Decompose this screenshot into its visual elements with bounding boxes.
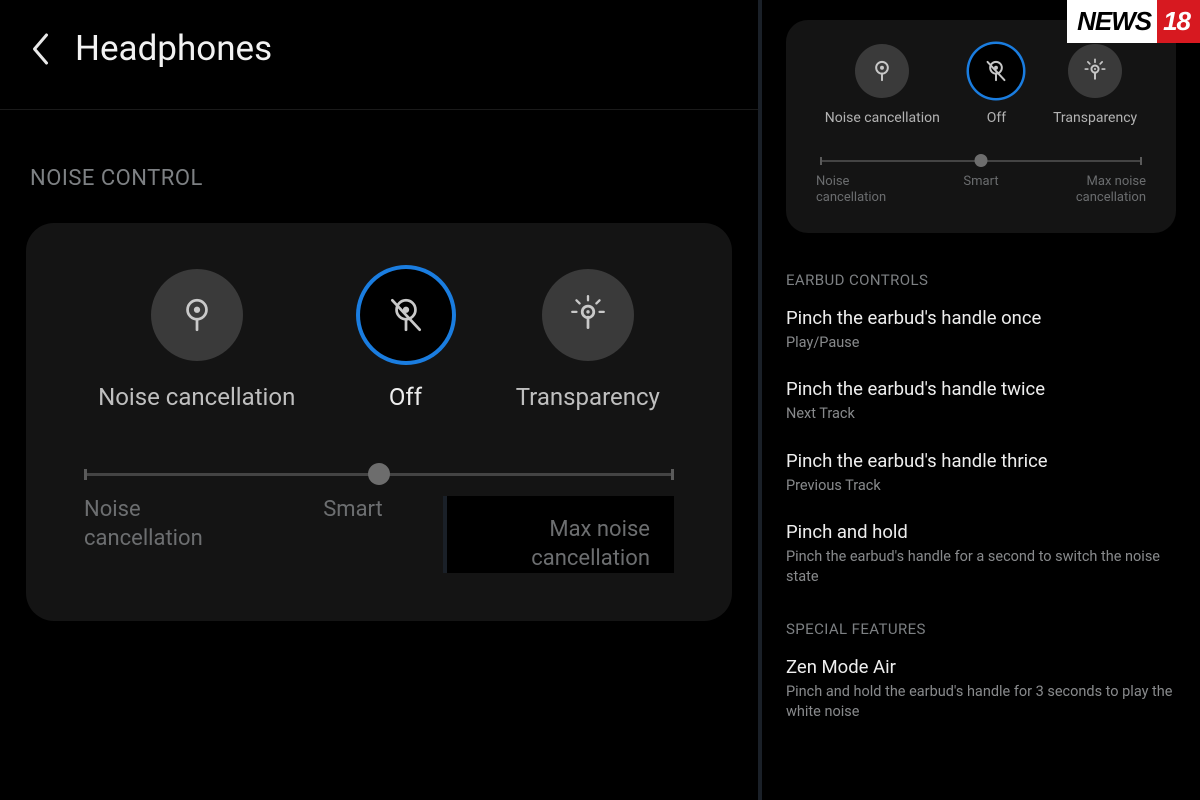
mode-label: Transparency (1053, 110, 1137, 126)
feature-zen-mode-air[interactable]: Zen Mode Air Pinch and hold the earbud's… (786, 656, 1176, 721)
item-subtitle: Previous Track (786, 476, 1176, 496)
slider-label-center: Smart (263, 496, 442, 573)
slider-track (820, 160, 1142, 162)
logo-text-18: 18 (1157, 0, 1200, 43)
slider-thumb[interactable] (975, 154, 988, 167)
mode-off[interactable]: Off (360, 269, 452, 411)
item-subtitle: Play/Pause (786, 333, 1176, 353)
control-pinch-once[interactable]: Pinch the earbud's handle once Play/Paus… (786, 307, 1176, 353)
mode-off-sm[interactable]: Off (969, 44, 1023, 126)
mode-label: Off (389, 383, 422, 411)
left-panel: Headphones NOISE CONTROL Noise cancellat… (0, 0, 758, 800)
mode-label: Noise cancellation (825, 110, 940, 126)
noise-control-card-small: Noise cancellation Off Transparency (786, 20, 1176, 233)
slider-label-center: Smart (926, 174, 1036, 207)
noise-control-card: Noise cancellation Off (26, 223, 732, 621)
mode-transparency-sm[interactable]: Transparency (1053, 44, 1137, 126)
slider-label-left: Noise cancellation (816, 174, 926, 207)
section-label-noise-control: NOISE CONTROL (0, 110, 758, 223)
page-title: Headphones (75, 28, 272, 69)
transparency-icon (542, 269, 634, 361)
item-title: Pinch and hold (786, 521, 1176, 543)
mode-noise-cancellation-sm[interactable]: Noise cancellation (825, 44, 940, 126)
noise-slider[interactable]: Noise cancellation Smart Max noise cance… (66, 473, 692, 573)
noise-cancellation-icon (151, 269, 243, 361)
off-icon (360, 269, 452, 361)
section-label-special-features: SPECIAL FEATURES (786, 620, 1176, 638)
mode-label: Noise cancellation (98, 383, 295, 411)
mode-label: Transparency (516, 383, 660, 411)
slider-track (84, 473, 674, 476)
slider-labels: Noise cancellation Smart Max noise cance… (84, 496, 674, 573)
item-title: Pinch the earbud's handle twice (786, 378, 1176, 400)
back-icon[interactable] (30, 32, 51, 66)
off-icon (969, 44, 1023, 98)
item-title: Pinch the earbud's handle thrice (786, 450, 1176, 472)
slider-labels: Noise cancellation Smart Max noise cance… (816, 174, 1146, 207)
mode-row-small: Noise cancellation Off Transparency (810, 44, 1152, 126)
mode-label: Off (987, 110, 1006, 126)
news18-logo: NEWS 18 (1067, 0, 1200, 43)
item-subtitle: Pinch and hold the earbud's handle for 3… (786, 682, 1176, 721)
control-pinch-twice[interactable]: Pinch the earbud's handle twice Next Tra… (786, 378, 1176, 424)
control-pinch-hold[interactable]: Pinch and hold Pinch the earbud's handle… (786, 521, 1176, 586)
header: Headphones (0, 0, 758, 110)
noise-cancellation-icon (855, 44, 909, 98)
control-pinch-thrice[interactable]: Pinch the earbud's handle thrice Previou… (786, 450, 1176, 496)
slider-label-right: Max noise cancellation (443, 496, 674, 573)
item-subtitle: Next Track (786, 404, 1176, 424)
item-title: Zen Mode Air (786, 656, 1176, 678)
item-subtitle: Pinch the earbud's handle for a second t… (786, 547, 1176, 586)
section-label-earbud-controls: EARBUD CONTROLS (786, 271, 1176, 289)
right-panel: Noise cancellation Off Transparency (758, 0, 1200, 800)
noise-slider-sm[interactable]: Noise cancellation Smart Max noise cance… (810, 160, 1152, 207)
mode-noise-cancellation[interactable]: Noise cancellation (98, 269, 295, 411)
item-title: Pinch the earbud's handle once (786, 307, 1176, 329)
transparency-icon (1068, 44, 1122, 98)
mode-row: Noise cancellation Off (66, 269, 692, 411)
slider-thumb[interactable] (368, 463, 390, 485)
mode-transparency[interactable]: Transparency (516, 269, 660, 411)
slider-label-left: Noise cancellation (84, 496, 263, 573)
logo-text-news: NEWS (1067, 0, 1157, 43)
slider-label-right: Max noise cancellation (1036, 174, 1146, 207)
